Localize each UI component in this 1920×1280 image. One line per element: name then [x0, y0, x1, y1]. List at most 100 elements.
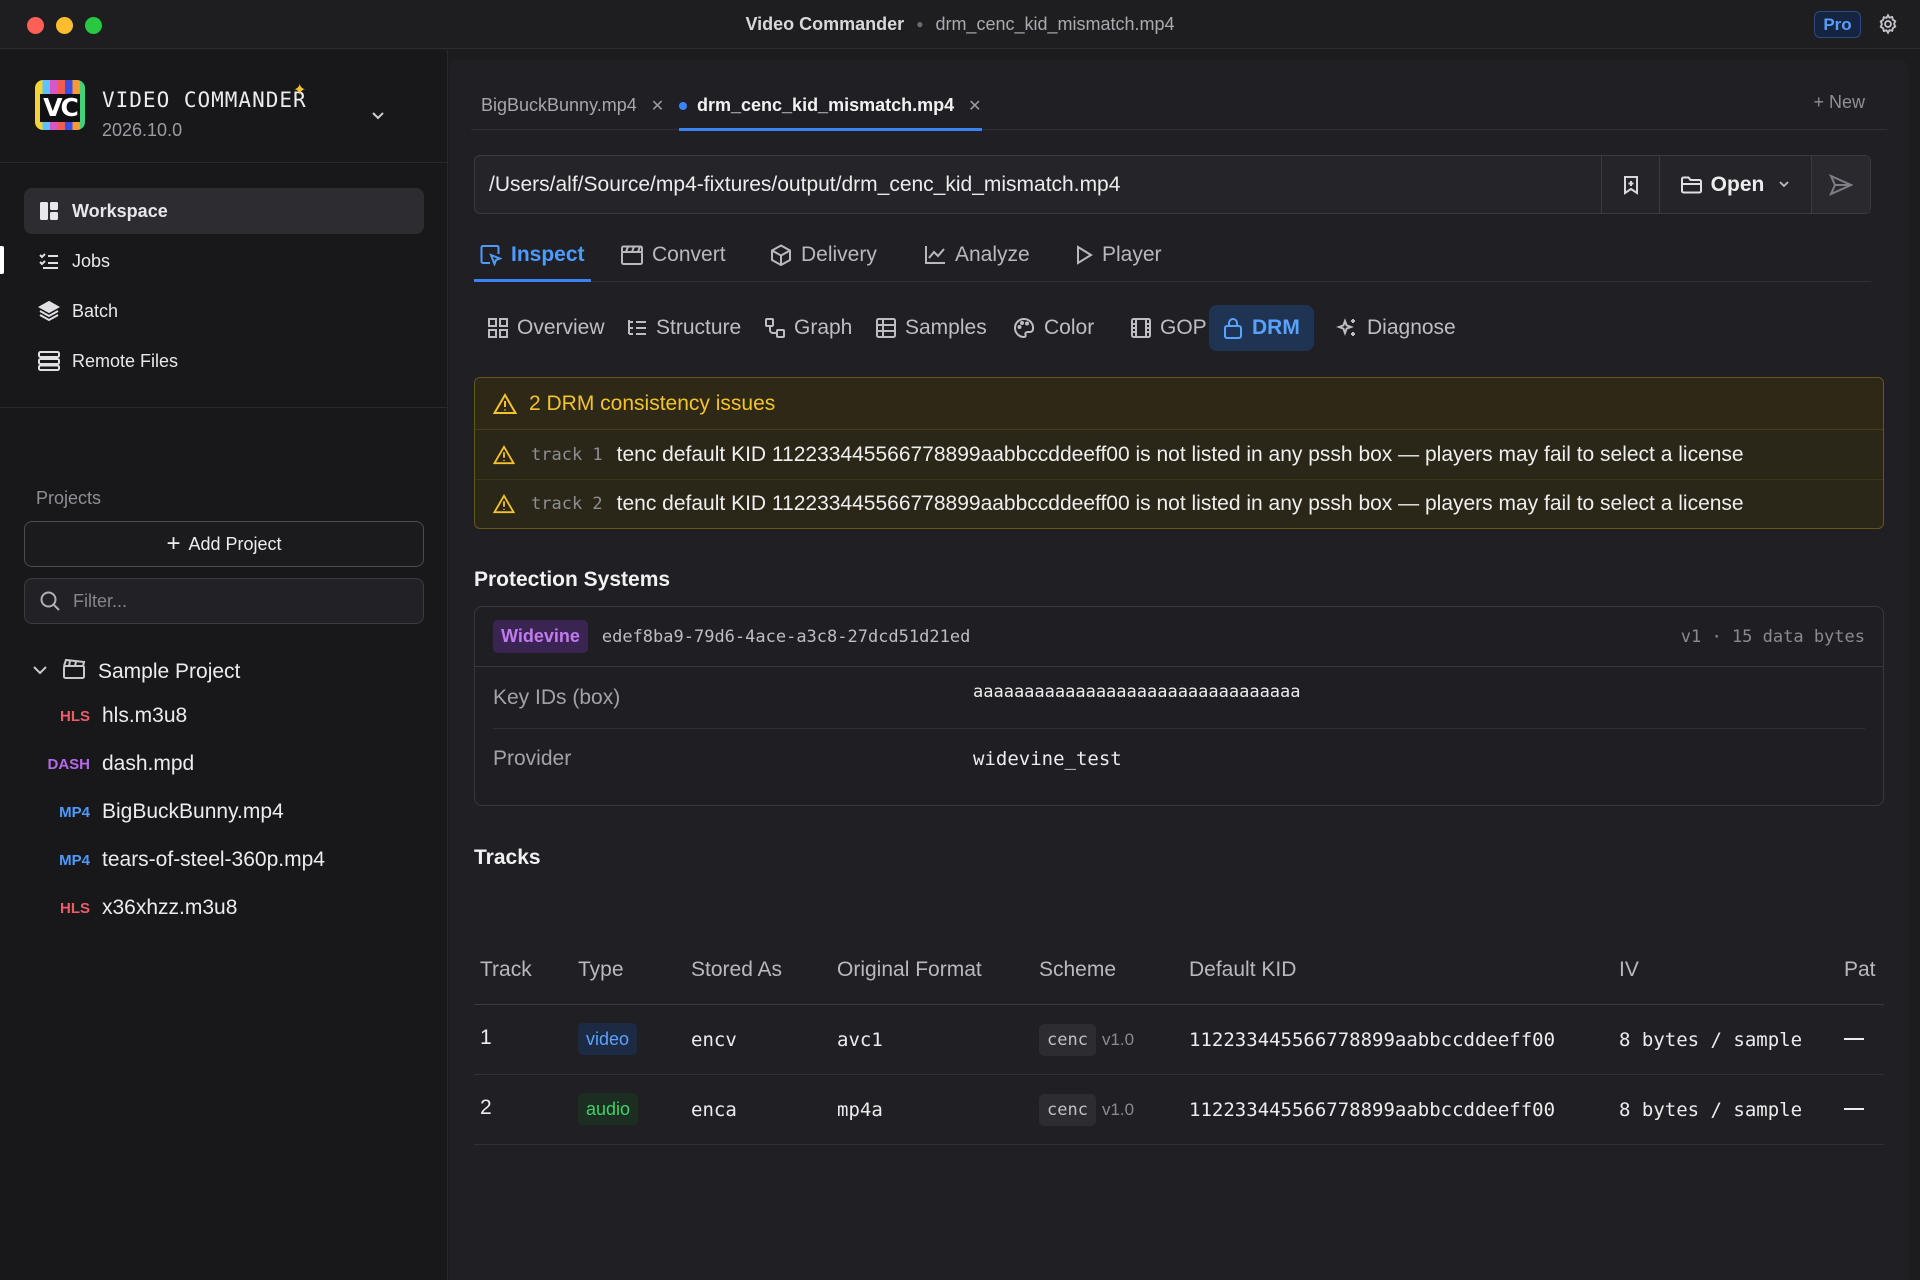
file-name: BigBuckBunny.mp4 [102, 800, 284, 823]
column-header: Original Format [837, 957, 982, 981]
column-header: IV [1619, 957, 1639, 981]
plus-icon: + [166, 530, 181, 557]
file-tab-bigbuckbunny[interactable]: BigBuckBunny.mp4 ✕ [481, 82, 664, 129]
file-tab-bar: BigBuckBunny.mp4 ✕ drm_cenc_kid_mismatch… [471, 82, 1887, 131]
grid-icon [488, 318, 508, 338]
tab-gop[interactable]: GOP [1117, 305, 1221, 351]
warning-icon [493, 392, 517, 415]
original-format: mp4a [837, 1098, 883, 1121]
brand-menu-chevron-down-icon[interactable] [363, 102, 393, 132]
send-icon[interactable] [1812, 156, 1870, 213]
close-tab-icon[interactable]: ✕ [968, 96, 981, 116]
alert-title: 2 DRM consistency issues [529, 391, 776, 415]
file-title: drm_cenc_kid_mismatch.mp4 [935, 14, 1175, 34]
settings-gear-icon[interactable] [1876, 13, 1900, 37]
app-logo: VC [35, 80, 85, 130]
pattern-dash [1844, 1108, 1864, 1111]
default-kid: 112233445566778899aabbccddeeff00 [1189, 1028, 1556, 1051]
project-sample-project[interactable]: Sample Project [28, 652, 428, 692]
tab-analyze[interactable]: Analyze [924, 228, 1030, 281]
tab-delivery[interactable]: Delivery [770, 228, 877, 281]
track-number: 1 [480, 1025, 492, 1049]
tab-graph[interactable]: Graph [751, 305, 866, 351]
app-title: Video Commander [745, 14, 905, 34]
sidebar-item-jobs[interactable]: Jobs [24, 238, 424, 284]
default-kid: 112233445566778899aabbccddeeff00 [1189, 1098, 1556, 1121]
project-file-item[interactable]: HLS hls.m3u8 [28, 692, 428, 740]
inspect-sub-tab-bar: Overview Structure Graph Samples Color G… [474, 305, 1871, 351]
sidebar-item-label: Jobs [72, 250, 111, 271]
tab-color[interactable]: Color [999, 305, 1108, 351]
track-number: 2 [480, 1095, 492, 1119]
scheme-version: v1.0 [1101, 1099, 1135, 1119]
track-type-badge: audio [578, 1092, 639, 1125]
project-tree: Sample Project HLS hls.m3u8 DASH dash.mp… [28, 652, 428, 932]
tracks-table: Track Type Stored As Original Format Sch… [474, 935, 1884, 1145]
project-file-item[interactable]: DASH dash.mpd [28, 740, 428, 788]
file-type-badge: HLS [60, 707, 90, 725]
table-row[interactable]: 1 video encv avc1 cenc v1.0 1122334455667… [474, 1005, 1884, 1075]
tab-label: GOP [1160, 316, 1207, 339]
sidebar-item-workspace[interactable]: Workspace [24, 188, 424, 234]
scheme-badge: cenc [1039, 1023, 1096, 1056]
warning-icon [493, 444, 515, 465]
alert-header: 2 DRM consistency issues [475, 378, 1883, 430]
tab-structure[interactable]: Structure [613, 305, 755, 351]
sidebar-item-batch[interactable]: Batch [24, 288, 424, 334]
file-path-input[interactable]: /Users/alf/Source/mp4-fixtures/output/dr… [475, 156, 1602, 213]
column-header: Default KID [1189, 957, 1297, 981]
search-icon [39, 590, 61, 612]
tab-label: Diagnose [1367, 316, 1456, 339]
close-tab-icon[interactable]: ✕ [651, 96, 664, 116]
bookmark-icon[interactable] [1602, 156, 1660, 213]
active-nav-indicator [0, 246, 4, 274]
jobs-icon [38, 250, 60, 272]
key-ids-value: aaaaaaaaaaaaaaaaaaaaaaaaaaaaaaaa [973, 681, 1301, 702]
sidebar-item-label: Batch [72, 300, 119, 321]
sidebar-item-label: Remote Files [72, 350, 179, 371]
add-project-button[interactable]: + Add Project [24, 521, 424, 567]
chevron-down-icon[interactable] [28, 662, 52, 683]
project-file-item[interactable]: HLS x36xhzz.m3u8 [28, 884, 428, 932]
tab-inspect[interactable]: Inspect [474, 228, 591, 282]
tab-convert[interactable]: Convert [621, 228, 726, 281]
sidebar-divider [0, 407, 448, 408]
file-tab-drm-cenc-kid-mismatch[interactable]: drm_cenc_kid_mismatch.mp4 ✕ [679, 82, 982, 131]
sidebar-item-remote-files[interactable]: Remote Files [24, 338, 424, 384]
main-panel: BigBuckBunny.mp4 ✕ drm_cenc_kid_mismatch… [449, 60, 1909, 1280]
file-name: hls.m3u8 [102, 704, 188, 727]
track-type-badge: video [578, 1022, 638, 1055]
app-version: 2026.10.0 [102, 120, 183, 140]
file-type-badge: HLS [60, 899, 90, 917]
tab-drm[interactable]: DRM [1209, 305, 1314, 351]
tab-samples[interactable]: Samples [862, 305, 1001, 351]
sidebar-divider [0, 162, 448, 163]
tab-label: Color [1044, 316, 1095, 339]
project-file-item[interactable]: MP4 BigBuckBunny.mp4 [28, 788, 428, 836]
tab-label: Analyze [955, 242, 1030, 266]
pro-badge[interactable]: Pro [1814, 11, 1861, 38]
tab-player[interactable]: Player [1075, 228, 1162, 281]
open-button[interactable]: Open [1660, 156, 1812, 213]
tab-overview[interactable]: Overview [474, 305, 619, 351]
tab-label: Structure [656, 316, 742, 339]
file-name: x36xhzz.m3u8 [102, 896, 238, 919]
project-file-item[interactable]: MP4 tears-of-steel-360p.mp4 [28, 836, 428, 884]
project-filter-input[interactable]: Filter... [24, 578, 424, 624]
title-separator-dot: ● [916, 17, 924, 31]
sidebar-nav: Workspace Jobs Batch Remote Files [24, 188, 424, 388]
table-row[interactable]: 2 audio enca mp4a cenc v1.0 1122334455667… [474, 1075, 1884, 1145]
new-tab-button[interactable]: + New [1813, 92, 1865, 113]
tab-label: DRM [1252, 316, 1300, 339]
tab-label: Convert [652, 242, 726, 266]
sparkles-icon [1336, 317, 1358, 339]
clapperboard-icon [621, 245, 643, 265]
column-header: Type [578, 957, 624, 981]
issue-message: tenc default KID 112233445566778899aabbc… [616, 492, 1744, 515]
tab-diagnose[interactable]: Diagnose [1322, 305, 1470, 351]
table-header-row: Track Type Stored As Original Format Sch… [474, 935, 1884, 1005]
pssh-meta: v1 · 15 data bytes [1680, 626, 1865, 647]
pssh-header: Widevine edef8ba9-79d6-4ace-a3c8-27dcd51… [475, 607, 1883, 667]
sidebar: VC VIDEO COMMANDER ✦ 2026.10.0 Workspace… [0, 50, 448, 1280]
sparkle-icon: ✦ [293, 82, 307, 99]
